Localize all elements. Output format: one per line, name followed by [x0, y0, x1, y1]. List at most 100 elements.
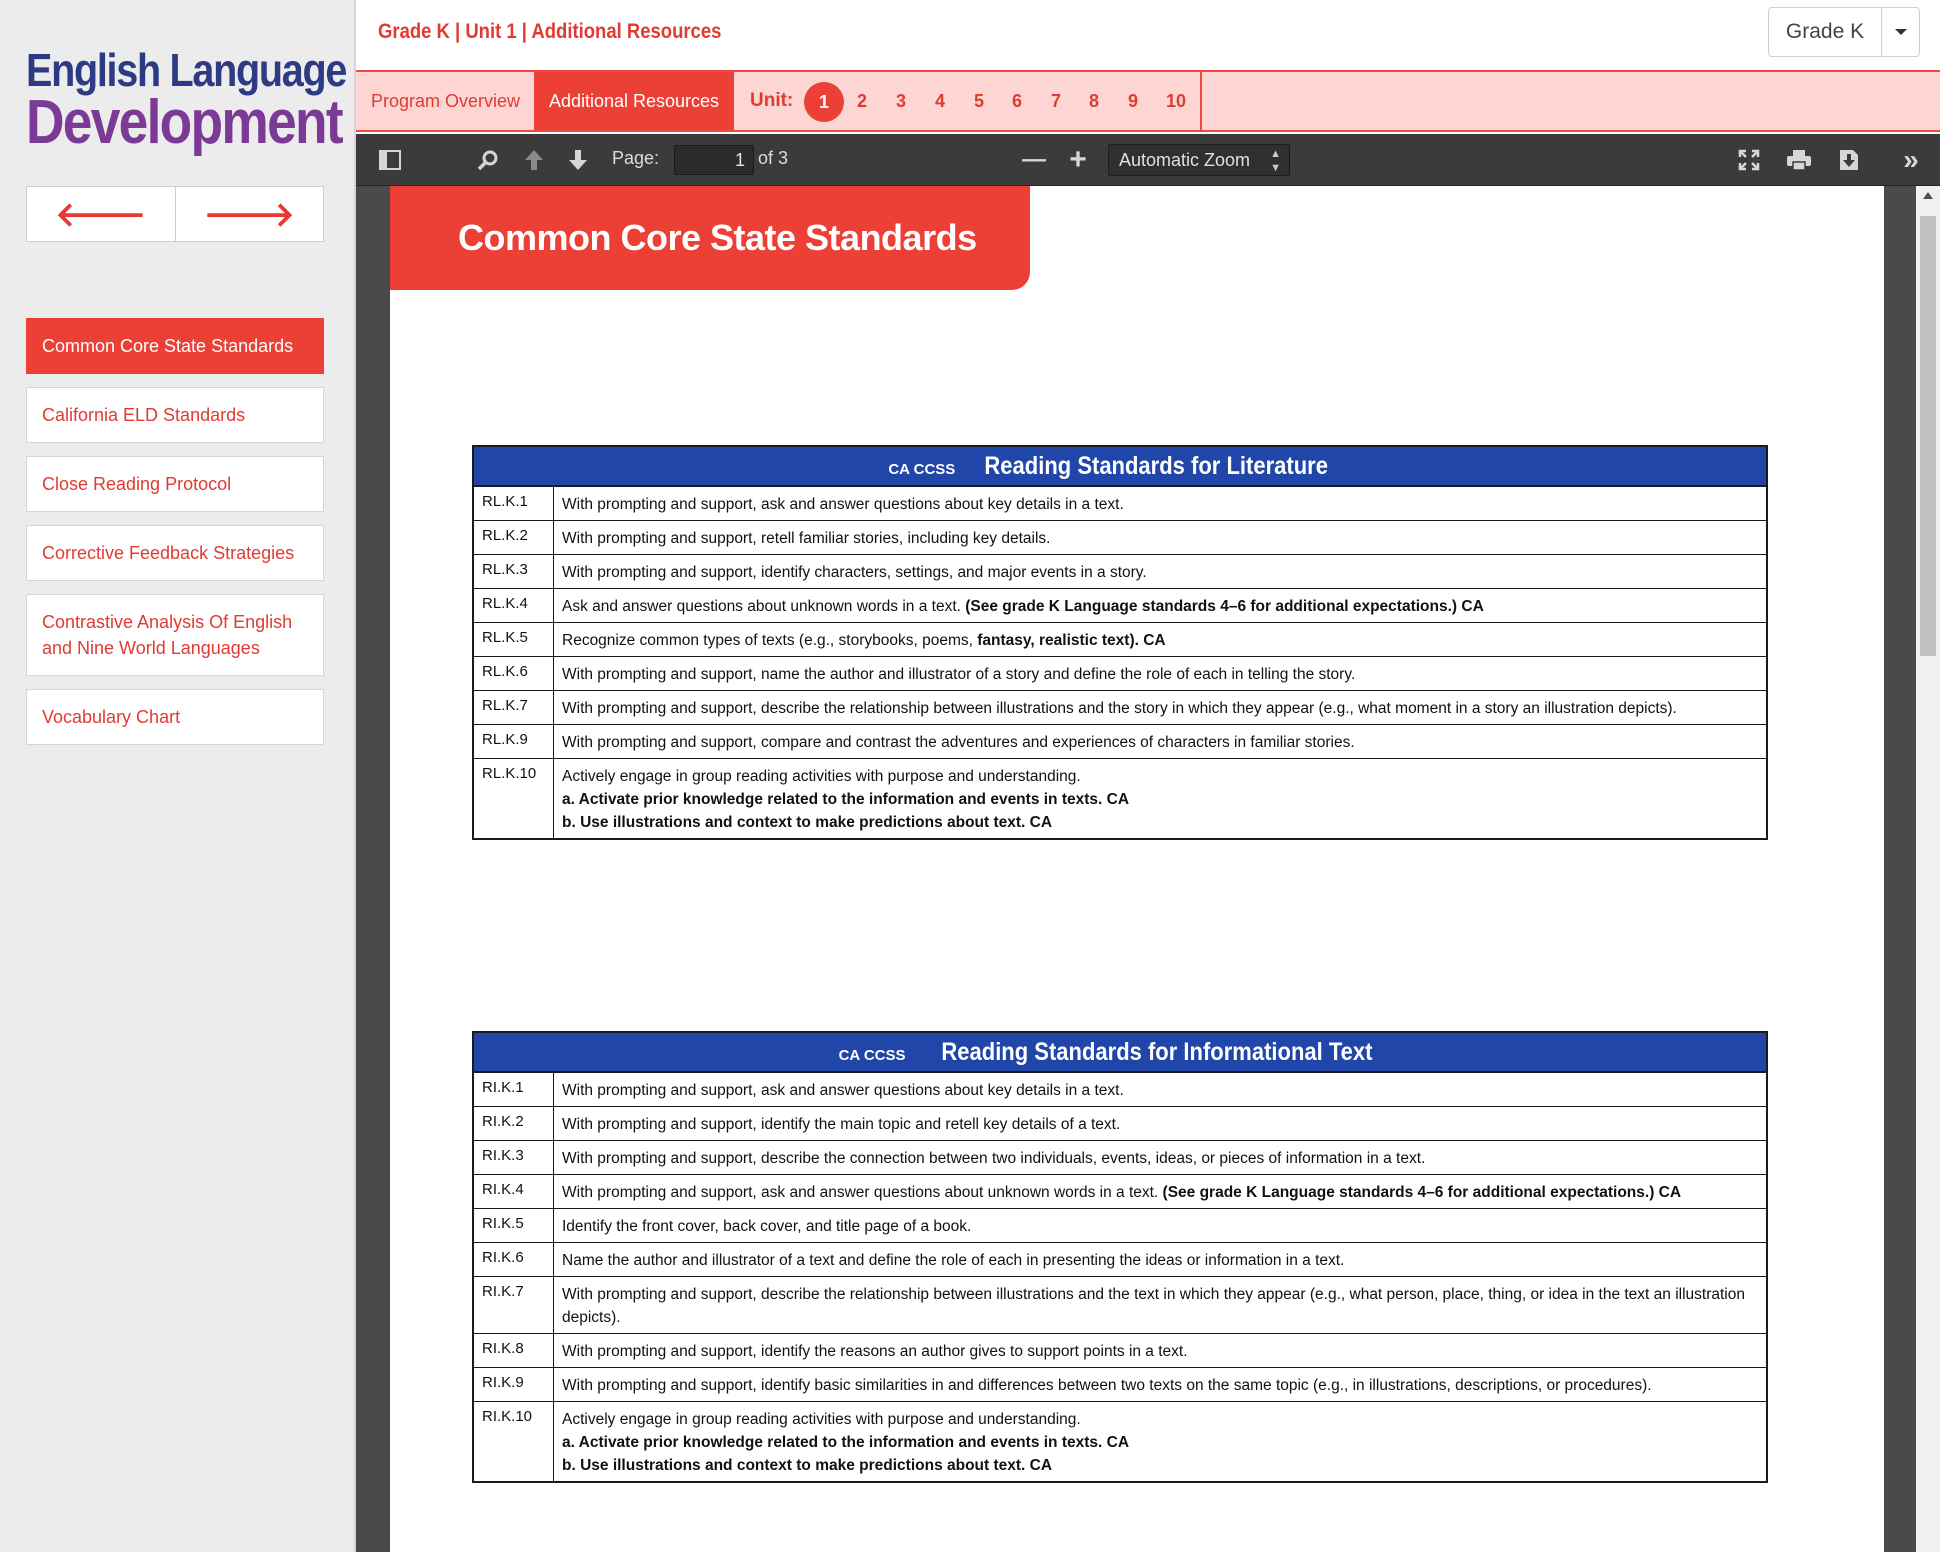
unit-10-button[interactable]: 10 [1158, 72, 1194, 130]
table-header: CA CCSS Reading Standards for Literature [474, 447, 1766, 487]
table-row: RL.K.9 With prompting and support, compar… [474, 724, 1766, 758]
standard-code: RL.K.3 [474, 555, 554, 588]
nav-item-contrastive-analysis[interactable]: Contrastive Analysis Of English and Nine… [26, 594, 324, 676]
grade-select[interactable]: Grade K [1768, 7, 1920, 57]
tab-additional-resources[interactable]: Additional Resources [534, 72, 734, 130]
standard-text: With prompting and support, compare and … [562, 734, 1355, 751]
updown-caret-icon: ▲ ▼ [1270, 148, 1281, 174]
app-logo[interactable]: English Language Development [26, 44, 347, 157]
standards-table-informational: CA CCSS Reading Standards for Informatio… [472, 1031, 1768, 1483]
table-row: RL.K.5 Recognize common types of texts (e… [474, 622, 1766, 656]
print-icon[interactable] [1784, 146, 1814, 174]
standard-description: With prompting and support, ask and answ… [554, 487, 1766, 520]
zoom-out-icon[interactable]: — [1020, 146, 1048, 174]
standard-text: With prompting and support, name the aut… [562, 666, 1356, 683]
unit-3-button[interactable]: 3 [886, 72, 916, 130]
table-row: RI.K.3 With prompting and support, descri… [474, 1140, 1766, 1174]
next-page-icon[interactable] [564, 146, 592, 174]
arrow-left-icon: 🡐 [55, 195, 147, 234]
standard-text: With prompting and support, ask and answ… [562, 496, 1124, 513]
logo-line2: Development [26, 88, 344, 157]
standard-description: With prompting and support, ask and answ… [554, 1073, 1766, 1106]
table-row: RL.K.10 Actively engage in group reading … [474, 758, 1766, 838]
zoom-select[interactable]: Automatic Zoom ▲ ▼ [1108, 144, 1290, 176]
standard-code: RL.K.4 [474, 589, 554, 622]
standard-description: With prompting and support, compare and … [554, 725, 1766, 758]
standard-code: RI.K.10 [474, 1402, 554, 1481]
unit-8-button[interactable]: 8 [1079, 72, 1109, 130]
table-header: CA CCSS Reading Standards for Informatio… [474, 1033, 1766, 1073]
table-row: RL.K.4 Ask and answer questions about unk… [474, 588, 1766, 622]
standard-code: RL.K.10 [474, 759, 554, 838]
standard-description: With prompting and support, describe the… [554, 1277, 1766, 1333]
sidebar-toggle-icon[interactable] [376, 146, 404, 174]
standard-text-bold: (See grade K Language standards 4–6 for … [965, 598, 1484, 615]
page-label: Page: [612, 148, 660, 168]
page-total: of 3 [758, 148, 789, 168]
download-icon[interactable] [1834, 146, 1864, 174]
previous-page-icon[interactable] [520, 146, 548, 174]
page-number-input[interactable]: 1 [674, 145, 754, 175]
unit-5-button[interactable]: 5 [964, 72, 994, 130]
standard-text: With prompting and support, describe the… [562, 1150, 1426, 1167]
table-row: RI.K.9 With prompting and support, identi… [474, 1367, 1766, 1401]
nav-item-corrective-feedback[interactable]: Corrective Feedback Strategies [26, 525, 324, 581]
standard-code: RI.K.3 [474, 1141, 554, 1174]
zoom-in-icon[interactable]: + [1064, 143, 1092, 176]
standard-code: RL.K.1 [474, 487, 554, 520]
scroll-up-icon[interactable] [1923, 192, 1933, 199]
standard-description: With prompting and support, identify cha… [554, 555, 1766, 588]
scrollbar[interactable] [1916, 186, 1940, 1552]
next-button[interactable]: 🡒 [174, 187, 324, 241]
nav-item-close-reading[interactable]: Close Reading Protocol [26, 456, 324, 512]
table-row: RI.K.4 With prompting and support, ask an… [474, 1174, 1766, 1208]
standard-text: With prompting and support, describe the… [562, 700, 1677, 717]
nav-item-vocabulary-chart[interactable]: Vocabulary Chart [26, 689, 324, 745]
standard-code: RI.K.2 [474, 1107, 554, 1140]
search-icon[interactable] [474, 146, 502, 174]
standard-description: Name the author and illustrator of a tex… [554, 1243, 1766, 1276]
breadcrumb: Grade K | Unit 1 | Additional Resources [378, 20, 722, 43]
double-chevron-right-icon[interactable]: » [1896, 144, 1926, 175]
table-row: RI.K.8 With prompting and support, identi… [474, 1333, 1766, 1367]
standard-description: With prompting and support, describe the… [554, 691, 1766, 724]
unit-1-button[interactable]: 1 [804, 82, 844, 122]
pdf-page: Common Core State Standards CA CCSS Read… [390, 186, 1884, 1552]
standard-text: With prompting and support, identify cha… [562, 564, 1147, 581]
table-row: RL.K.3 With prompting and support, identi… [474, 554, 1766, 588]
table-row: RI.K.10 Actively engage in group reading … [474, 1401, 1766, 1481]
standard-description: With prompting and support, identify bas… [554, 1368, 1766, 1401]
nav-item-common-core[interactable]: Common Core State Standards [26, 318, 324, 374]
standard-description: Identify the front cover, back cover, an… [554, 1209, 1766, 1242]
standard-text: With prompting and support, identify the… [562, 1116, 1121, 1133]
document-area[interactable]: Common Core State Standards CA CCSS Read… [356, 186, 1940, 1552]
unit-7-button[interactable]: 7 [1041, 72, 1071, 130]
arrow-right-icon: 🡒 [203, 195, 295, 234]
caret-down-icon[interactable] [1881, 8, 1919, 56]
standard-text: With prompting and support, retell famil… [562, 530, 1051, 547]
standard-text: Actively engage in group reading activit… [562, 768, 1081, 785]
unit-6-button[interactable]: 6 [1002, 72, 1032, 130]
sidebar: English Language Development 🡐 🡒 Common … [0, 0, 356, 1552]
fullscreen-icon[interactable] [1734, 146, 1764, 174]
unit-4-button[interactable]: 4 [925, 72, 955, 130]
standards-table-literature: CA CCSS Reading Standards for Literature… [472, 445, 1768, 840]
unit-9-button[interactable]: 9 [1118, 72, 1148, 130]
standard-description: Recognize common types of texts (e.g., s… [554, 623, 1766, 656]
previous-button[interactable]: 🡐 [27, 187, 175, 241]
standard-text-bold: (See grade K Language standards 4–6 for … [1162, 1184, 1682, 1201]
standard-description: With prompting and support, describe the… [554, 1141, 1766, 1174]
table-row: RI.K.5 Identify the front cover, back cov… [474, 1208, 1766, 1242]
standard-text: With prompting and support, ask and answ… [562, 1184, 1163, 1201]
standard-subitem-a: a. Activate prior knowledge related to t… [562, 791, 1130, 808]
standard-subitem-b: b. Use illustrations and context to make… [562, 814, 1053, 831]
logo-line1: English Language [26, 44, 347, 96]
nav-item-california-eld[interactable]: California ELD Standards [26, 387, 324, 443]
standard-description: With prompting and support, name the aut… [554, 657, 1766, 690]
standard-code: RI.K.1 [474, 1073, 554, 1106]
unit-2-button[interactable]: 2 [847, 72, 877, 130]
tab-program-overview[interactable]: Program Overview [356, 72, 534, 130]
standard-text: With prompting and support, identify the… [562, 1343, 1188, 1360]
table-title: Reading Standards for Literature [984, 451, 1329, 480]
scroll-thumb[interactable] [1920, 216, 1936, 656]
